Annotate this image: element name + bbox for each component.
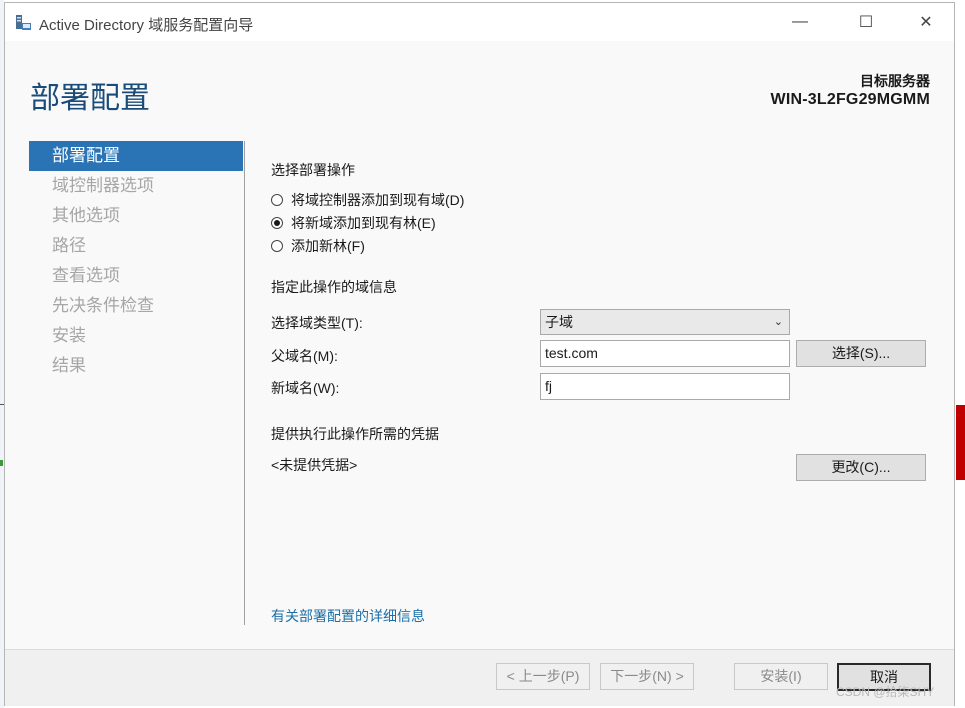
radio-add-dc-existing-domain[interactable]: 将域控制器添加到现有域(D): [271, 190, 464, 210]
radio-label: 添加新林(F): [291, 238, 365, 254]
nav-divider: [244, 141, 245, 625]
window-title: Active Directory 域服务配置向导: [39, 17, 254, 34]
credentials-heading: 提供执行此操作所需的凭据: [271, 426, 439, 442]
chevron-down-icon: ⌄: [773, 316, 783, 328]
nav-item-deployment-config[interactable]: 部署配置: [29, 141, 243, 171]
target-server-name: WIN-3L2FG29MGMM: [770, 91, 930, 108]
watermark: CSDN @拾柒SHY: [836, 685, 935, 699]
radio-button[interactable]: [271, 194, 283, 206]
server-manager-icon: [16, 15, 31, 30]
close-button[interactable]: ✕: [903, 7, 949, 37]
target-server-label: 目标服务器: [860, 73, 930, 89]
wizard-nav: 部署配置 域控制器选项 其他选项 路径 查看选项 先决条件检查 安装 结果: [29, 141, 243, 381]
new-domain-input[interactable]: fj: [540, 373, 790, 400]
domain-type-label: 选择域类型(T):: [271, 315, 363, 331]
domain-type-select[interactable]: 子域 ⌄: [540, 309, 790, 335]
ad-ds-config-wizard-dialog: Active Directory 域服务配置向导 — ☐ ✕ 部署配置 目标服务…: [4, 2, 955, 706]
next-button[interactable]: 下一步(N) >: [600, 663, 694, 690]
change-credentials-button[interactable]: 更改(C)...: [796, 454, 926, 481]
domain-type-value: 子域: [545, 314, 573, 330]
domain-info-heading: 指定此操作的域信息: [271, 279, 397, 295]
nav-item-dc-options: 域控制器选项: [52, 176, 154, 195]
background-status-mark: [0, 460, 3, 466]
radio-label: 将域控制器添加到现有域(D): [291, 192, 465, 208]
nav-item-prereq-check: 先决条件检查: [52, 296, 154, 315]
parent-domain-label: 父域名(M):: [271, 348, 338, 364]
credentials-value: <未提供凭据>: [271, 457, 358, 473]
title-bar[interactable]: Active Directory 域服务配置向导 — ☐ ✕: [5, 3, 954, 41]
radio-add-new-forest[interactable]: 添加新林(F): [271, 236, 365, 256]
maximize-button[interactable]: ☐: [843, 7, 889, 37]
minimize-button[interactable]: —: [777, 7, 823, 37]
install-button[interactable]: 安装(I): [734, 663, 828, 690]
background-alert-bar: [956, 405, 965, 480]
parent-domain-input[interactable]: test.com: [540, 340, 790, 367]
nav-item-additional-options: 其他选项: [52, 206, 120, 225]
nav-item-installation: 安装: [52, 326, 86, 345]
radio-add-domain-existing-forest[interactable]: 将新域添加到现有林(E): [271, 213, 436, 233]
new-domain-label: 新域名(W):: [271, 380, 340, 396]
radio-button-selected[interactable]: [271, 217, 283, 229]
nav-item-review-options: 查看选项: [52, 266, 120, 285]
page-title: 部署配置: [30, 82, 150, 115]
nav-item-results: 结果: [52, 356, 86, 375]
nav-item-paths: 路径: [52, 236, 86, 255]
select-parent-domain-button[interactable]: 选择(S)...: [796, 340, 926, 367]
radio-button[interactable]: [271, 240, 283, 252]
more-info-link[interactable]: 有关部署配置的详细信息: [271, 606, 425, 626]
operation-heading: 选择部署操作: [271, 162, 355, 178]
radio-label: 将新域添加到现有林(E): [291, 215, 436, 231]
previous-button[interactable]: < 上一步(P): [496, 663, 590, 690]
